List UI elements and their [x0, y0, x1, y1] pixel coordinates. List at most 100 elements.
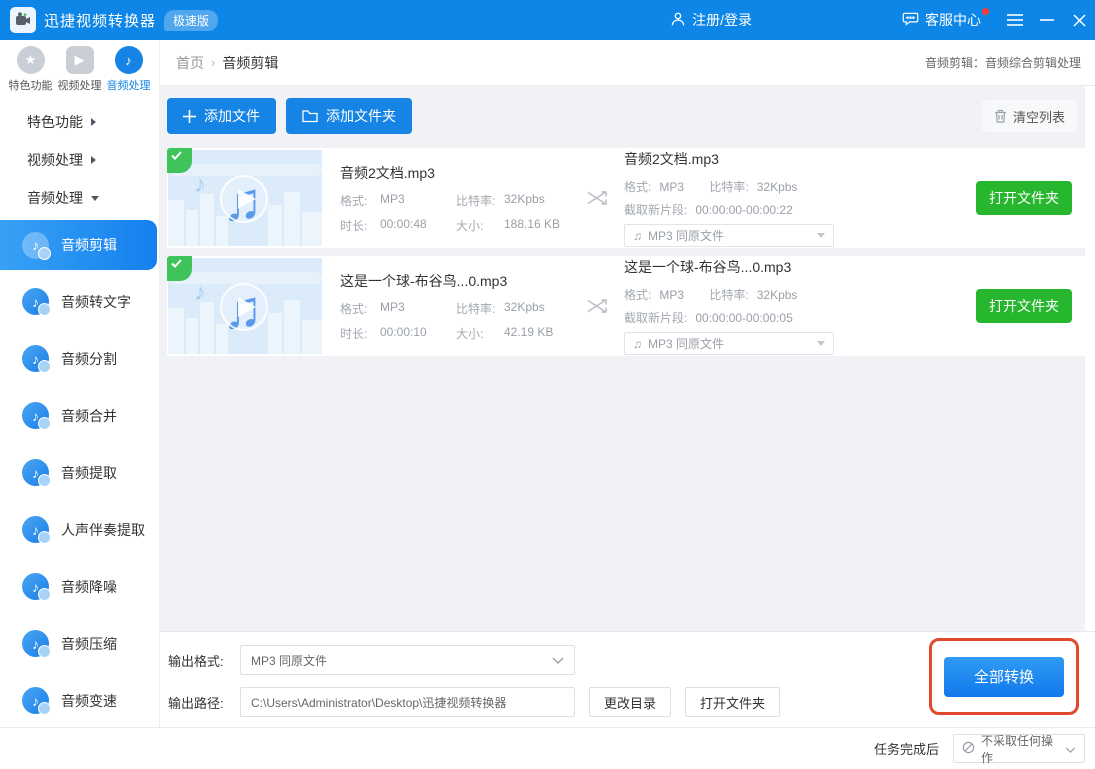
output-info: 音频2文档.mp3 格式:MP3 比特率:32Kpbs 截取新片段:00:00:… [624, 149, 849, 247]
output-settings-panel: 输出格式: MP3 同原文件 输出路径: C:\Users\Administra… [160, 631, 1095, 727]
audio-denoise-icon: ♪ [22, 573, 49, 600]
file-name: 音频2文档.mp3 [340, 163, 572, 183]
file-list-area: 添加文件 添加文件夹 清空列表 [160, 86, 1085, 631]
music-note-icon: ♫ [633, 229, 642, 243]
app-title: 迅捷视频转换器 [44, 10, 156, 31]
output-format-dropdown[interactable]: MP3 同原文件 [240, 645, 575, 675]
sidebar-group-video[interactable]: 视频处理 [0, 141, 159, 179]
audio-to-text-icon: ♪ [22, 288, 49, 315]
sidebar: ★ 特色功能 ▶ 视频处理 ♪ 音频处理 特色功能 视频处理 [0, 40, 160, 727]
after-task-dropdown[interactable]: 不采取任何操作 [953, 734, 1085, 763]
selected-check-icon[interactable] [167, 256, 192, 281]
sidebar-item-audio-merge[interactable]: ♪ 音频合并 [0, 387, 159, 444]
menu-button[interactable] [999, 0, 1031, 40]
output-file-name: 音频2文档.mp3 [624, 149, 849, 169]
add-folder-button[interactable]: 添加文件夹 [286, 98, 412, 134]
audio-extract-icon: ♪ [22, 459, 49, 486]
chevron-down-icon [552, 653, 564, 667]
file-name: 这是一个球-布谷鸟...0.mp3 [340, 271, 572, 291]
segment-range: 00:00:00-00:00:22 [695, 203, 792, 217]
support-label: 客服中心 [925, 10, 981, 30]
folder-icon [302, 110, 318, 123]
output-file-name: 这是一个球-布谷鸟...0.mp3 [624, 257, 849, 277]
file-size: 188.16 KB [504, 217, 572, 234]
minimize-icon [1040, 19, 1054, 21]
output-path-field[interactable]: C:\Users\Administrator\Desktop\迅捷视频转换器 [240, 687, 575, 717]
audio-split-icon: ♪ [22, 345, 49, 372]
audio-merge-icon: ♪ [22, 402, 49, 429]
add-file-button[interactable]: 添加文件 [167, 98, 276, 134]
breadcrumb: 首页 › 音频剪辑 音频剪辑：音频综合剪辑处理 [160, 40, 1095, 86]
source-info: 这是一个球-布谷鸟...0.mp3 格式:MP3 比特率:32Kpbs 时长:0… [340, 271, 572, 342]
file-size: 42.19 KB [504, 325, 572, 342]
toolbar: 添加文件 添加文件夹 清空列表 [167, 98, 1085, 134]
sidebar-item-vocal-separation[interactable]: ♪ 人声伴奏提取 [0, 501, 159, 558]
chevron-down-icon [91, 196, 99, 201]
music-note-icon: ♫ [633, 337, 642, 351]
titlebar: 迅捷视频转换器 极速版 注册/登录 客服中心 [0, 0, 1095, 40]
chevron-down-icon [817, 233, 825, 238]
breadcrumb-home[interactable]: 首页 [176, 53, 204, 73]
app-logo-icon [10, 7, 36, 33]
file-format: MP3 [380, 300, 456, 317]
shuffle-arrows-icon [572, 297, 624, 315]
close-button[interactable] [1063, 0, 1095, 40]
login-button[interactable]: 注册/登录 [670, 10, 752, 30]
chevron-down-icon [1065, 742, 1076, 756]
output-format-label: 输出格式: [168, 651, 240, 670]
version-badge: 极速版 [164, 10, 218, 31]
svg-text:♪: ♪ [194, 171, 206, 198]
sidebar-item-audio-denoise[interactable]: ♪ 音频降噪 [0, 558, 159, 615]
sidebar-group-featured[interactable]: 特色功能 [0, 103, 159, 141]
clear-list-button[interactable]: 清空列表 [982, 100, 1077, 132]
sidebar-group-audio[interactable]: 音频处理 [0, 179, 159, 217]
main-panel: 首页 › 音频剪辑 音频剪辑：音频综合剪辑处理 添加文件 添加文件夹 [160, 40, 1095, 727]
chat-icon [902, 10, 919, 30]
audio-speed-icon: ♪ [22, 687, 49, 714]
file-row: ♪ ♫ 这是一个球-布谷鸟...0.mp3 格式:MP3 比特率:32Kpbs … [167, 256, 1085, 356]
vocal-separation-icon: ♪ [22, 516, 49, 543]
tab-video[interactable]: ▶ 视频处理 [58, 46, 102, 93]
open-folder-button[interactable]: 打开文件夹 [976, 289, 1072, 323]
svg-text:♪: ♪ [194, 279, 206, 306]
sidebar-item-audio-extract[interactable]: ♪ 音频提取 [0, 444, 159, 501]
titlebar-brand: 迅捷视频转换器 极速版 [10, 7, 218, 33]
app-window: 迅捷视频转换器 极速版 注册/登录 客服中心 [0, 0, 1095, 769]
sidebar-item-audio-split[interactable]: ♪ 音频分割 [0, 330, 159, 387]
video-icon: ▶ [66, 46, 94, 74]
file-duration: 00:00:48 [380, 217, 456, 234]
sidebar-item-audio-compress[interactable]: ♪ 音频压缩 [0, 615, 159, 672]
support-center-button[interactable]: 客服中心 [902, 10, 981, 30]
top-tabs: ★ 特色功能 ▶ 视频处理 ♪ 音频处理 [0, 40, 159, 93]
output-preset-dropdown[interactable]: ♫ MP3 同原文件 [624, 332, 834, 355]
sidebar-nav: 特色功能 视频处理 音频处理 ♪ 音频剪辑 ♪ 音频转文字 ♪ [0, 93, 159, 729]
open-output-folder-button[interactable]: 打开文件夹 [685, 687, 780, 717]
plus-icon [183, 110, 196, 123]
hamburger-icon [1007, 14, 1023, 26]
chevron-down-icon [817, 341, 825, 346]
chevron-right-icon [91, 156, 96, 164]
open-folder-button[interactable]: 打开文件夹 [976, 181, 1072, 215]
breadcrumb-current: 音频剪辑 [222, 53, 278, 73]
file-bitrate: 32Kpbs [504, 192, 572, 209]
change-directory-button[interactable]: 更改目录 [589, 687, 671, 717]
trash-icon [994, 109, 1007, 123]
after-task-label: 任务完成后 [874, 739, 939, 758]
minimize-button[interactable] [1031, 0, 1063, 40]
selected-check-icon[interactable] [167, 148, 192, 173]
output-preset-dropdown[interactable]: ♫ MP3 同原文件 [624, 224, 834, 247]
chevron-right-icon [91, 118, 96, 126]
star-icon: ★ [17, 46, 45, 74]
sidebar-item-audio-speed[interactable]: ♪ 音频变速 [0, 672, 159, 729]
convert-all-button[interactable]: 全部转换 [944, 657, 1064, 697]
sidebar-item-audio-cut[interactable]: ♪ 音频剪辑 [0, 220, 157, 270]
no-action-icon [962, 741, 975, 757]
sidebar-item-audio-to-text[interactable]: ♪ 音频转文字 [0, 273, 159, 330]
file-row: ♪ ♫ 音频2文档.mp3 格式:MP3 比特率:32Kpbs 时长:00:00… [167, 148, 1085, 248]
notification-dot [982, 8, 989, 15]
tab-audio[interactable]: ♪ 音频处理 [107, 46, 151, 93]
tab-featured[interactable]: ★ 特色功能 [9, 46, 53, 93]
shuffle-arrows-icon [572, 189, 624, 207]
audio-cut-icon: ♪ [22, 232, 49, 259]
file-bitrate: 32Kpbs [504, 300, 572, 317]
